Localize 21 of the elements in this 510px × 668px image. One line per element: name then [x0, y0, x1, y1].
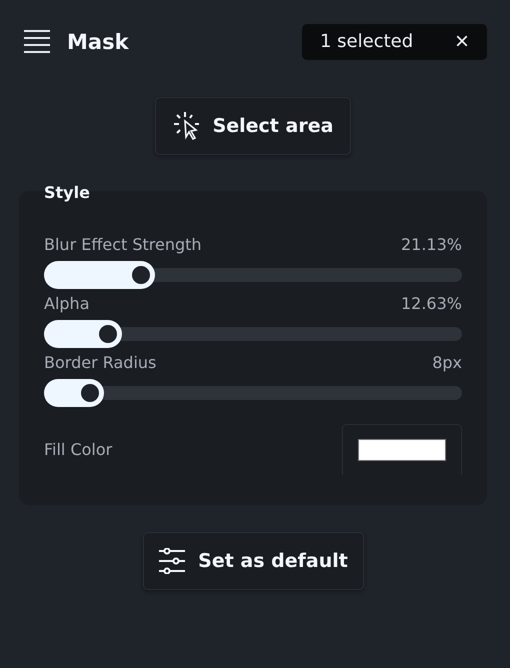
- slider-label: Blur Effect Strength: [44, 235, 202, 254]
- panel-title: Mask: [67, 30, 129, 54]
- select-area-button[interactable]: Select area: [155, 97, 351, 155]
- slider-value: 8px: [432, 353, 462, 372]
- slider-label: Border Radius: [44, 353, 156, 372]
- cursor-click-icon: [172, 111, 201, 141]
- set-default-button[interactable]: Set as default: [142, 532, 364, 590]
- fill-color-label: Fill Color: [44, 440, 112, 459]
- clear-selection-button[interactable]: ×: [454, 30, 469, 54]
- slider-value: 21.13%: [400, 235, 462, 254]
- slider-track[interactable]: [44, 261, 462, 289]
- section-title: Style: [44, 183, 90, 202]
- color-picker[interactable]: [342, 424, 462, 475]
- sliders-icon: [158, 548, 186, 574]
- slider-label: Alpha: [44, 294, 90, 313]
- menu-icon: [23, 30, 51, 54]
- slider-value: 12.63%: [400, 294, 462, 313]
- slider-track[interactable]: [44, 379, 462, 407]
- slider-track[interactable]: [44, 320, 462, 348]
- menu-button[interactable]: [23, 30, 51, 54]
- selection-count: 1 selected: [320, 31, 414, 52]
